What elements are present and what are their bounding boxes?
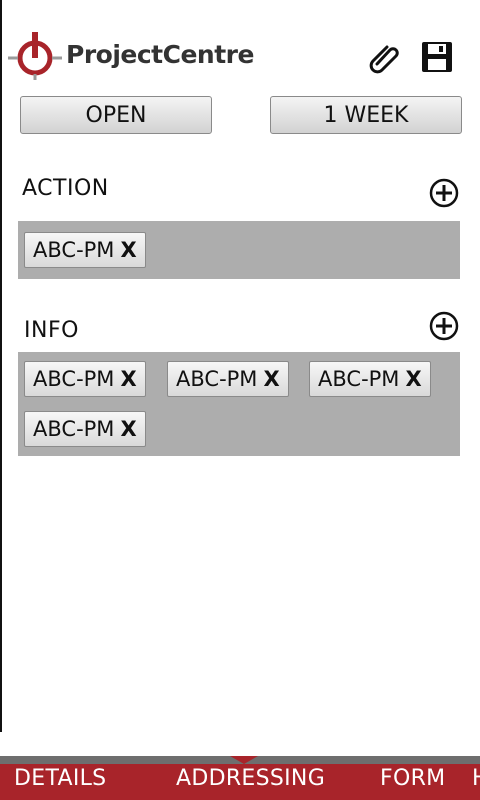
chip-label: ABC-PM: [33, 238, 115, 262]
chip-label: ABC-PM: [33, 367, 115, 391]
action-recipients-panel: ABC-PM X: [18, 221, 460, 279]
action-section-label: ACTION: [22, 176, 109, 201]
chip-remove-button[interactable]: X: [405, 367, 421, 391]
chip-remove-button[interactable]: X: [263, 367, 279, 391]
add-info-icon[interactable]: [428, 310, 460, 342]
info-recipients-panel: ABC-PM X ABC-PM X ABC-PM X ABC-PM X: [18, 352, 460, 456]
chip-label: ABC-PM: [318, 367, 400, 391]
selected-tab-notch: [230, 756, 258, 764]
tab-next-partial[interactable]: H: [472, 766, 480, 791]
chip-remove-button[interactable]: X: [120, 367, 136, 391]
chip-remove-button[interactable]: X: [120, 417, 136, 441]
tab-form[interactable]: FORM: [380, 766, 445, 791]
status-filter-button[interactable]: OPEN: [20, 96, 212, 134]
tab-details[interactable]: DETAILS: [14, 766, 106, 791]
paperclip-icon[interactable]: [368, 40, 402, 74]
chip-remove-button[interactable]: X: [120, 238, 136, 262]
bottom-tab-bar: DETAILS ADDRESSING FORM H: [0, 764, 480, 800]
recipient-chip[interactable]: ABC-PM X: [24, 232, 146, 268]
app-header: ProjectCentre: [0, 0, 480, 92]
app-title: ProjectCentre: [66, 40, 254, 69]
add-action-icon[interactable]: [428, 177, 460, 209]
recipient-chip[interactable]: ABC-PM X: [167, 361, 289, 397]
tab-addressing[interactable]: ADDRESSING: [176, 766, 325, 791]
recipient-chip[interactable]: ABC-PM X: [24, 411, 146, 447]
period-filter-button[interactable]: 1 WEEK: [270, 96, 462, 134]
recipient-chip[interactable]: ABC-PM X: [24, 361, 146, 397]
chip-label: ABC-PM: [33, 417, 115, 441]
left-edge-divider: [0, 0, 2, 732]
info-section-label: INFO: [24, 318, 79, 343]
chip-label: ABC-PM: [176, 367, 258, 391]
logo-crosshair-icon: [8, 32, 62, 80]
save-floppy-icon[interactable]: [420, 40, 454, 74]
recipient-chip[interactable]: ABC-PM X: [309, 361, 431, 397]
